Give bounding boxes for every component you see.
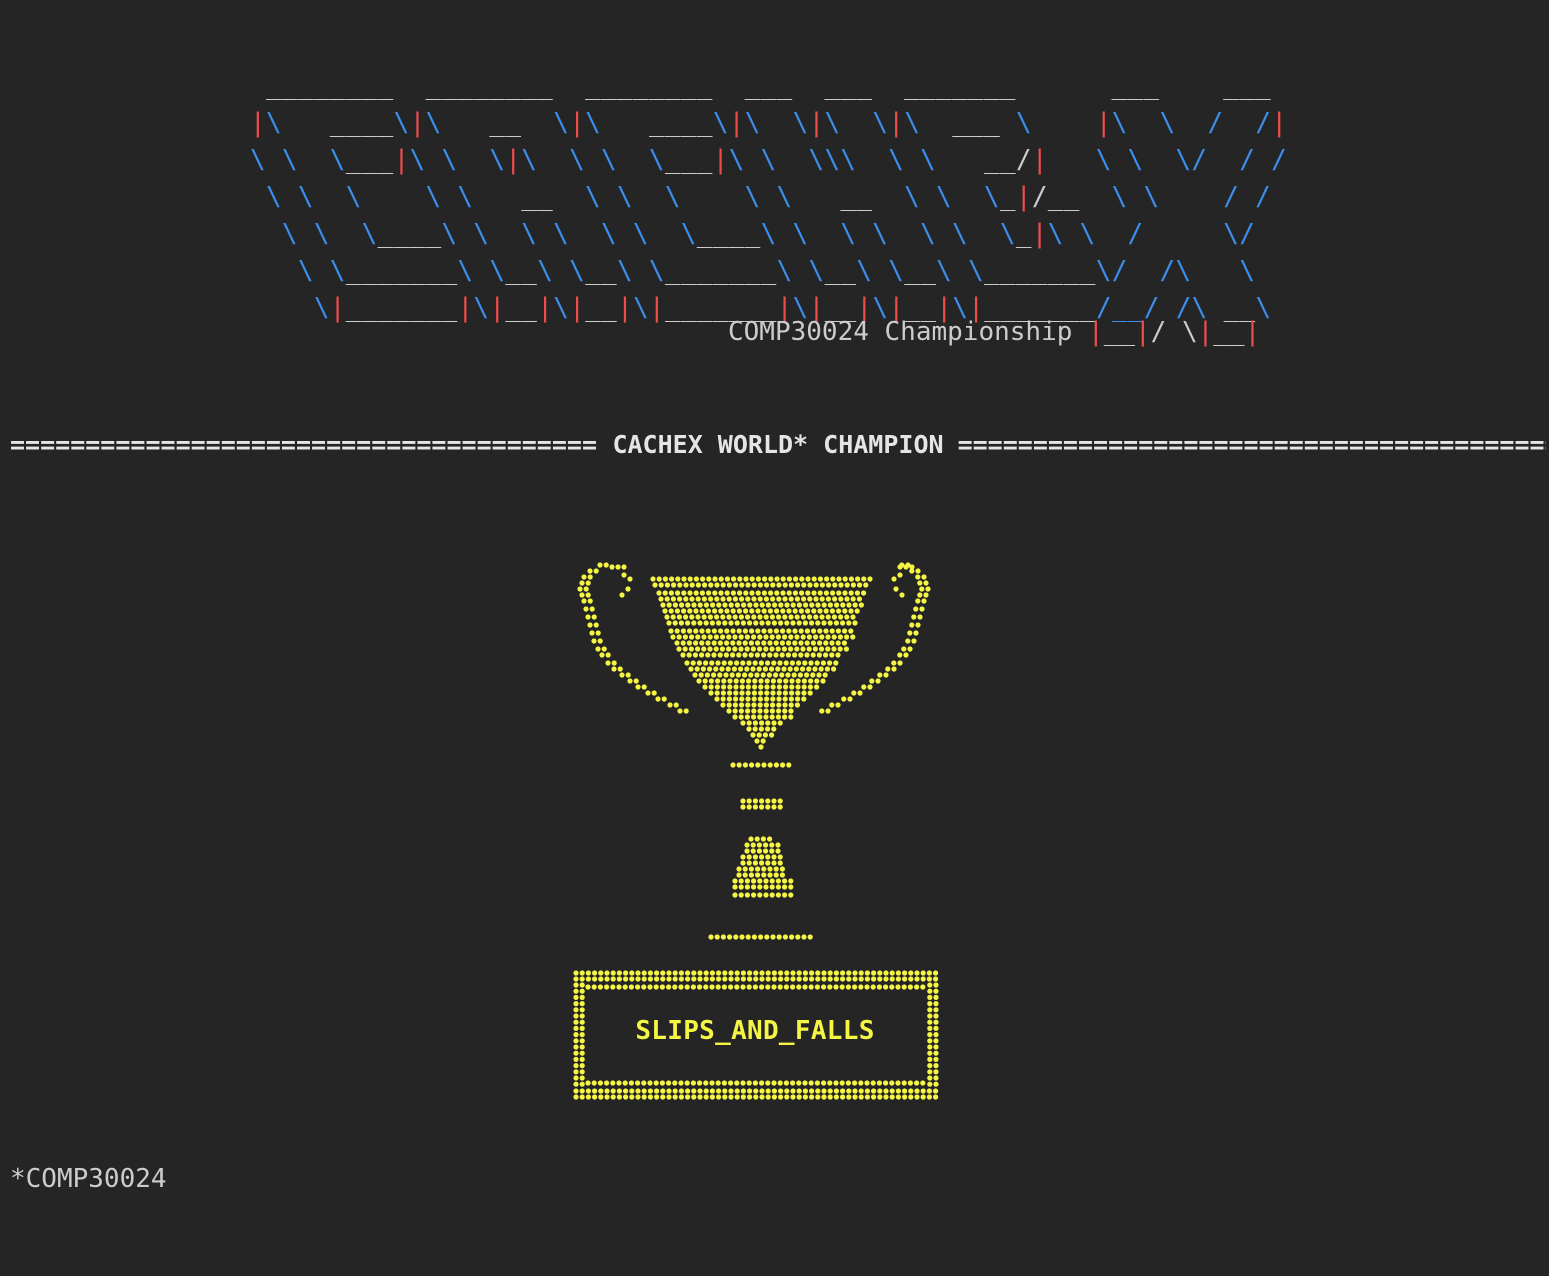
footnote: *COMP30024	[10, 1164, 167, 1194]
logo-line: |\ ____\|\ __ \|\ ____\|\ \|\ \|\ ___ \ …	[250, 108, 1288, 138]
cachex-ascii-logo: ________ ________ ________ ___ ___ _____…	[250, 68, 1287, 327]
banner-title: CACHEX WORLD* CHAMPION	[612, 429, 944, 459]
logo-line: \ \ \____\ \ \ \ \ \ \____\ \ \ \ \ \ \_…	[250, 219, 1256, 249]
terminal-output: ________ ________ ________ ___ ___ _____…	[0, 0, 1549, 1276]
winner-name: SLIPS_AND_FALLS	[635, 1016, 875, 1046]
logo-line: \ \ \ \ \ __ \ \ \ \ \ __ \ \ \_|/__ \ \…	[250, 182, 1272, 212]
champion-banner: ========================================…	[10, 426, 1546, 462]
logo-line: \ \_______\ \__\ \__\ \_______\ \__\ \__…	[250, 256, 1256, 286]
banner-rule-right: ========================================…	[957, 429, 1546, 459]
logo-subtitle: COMP30024 Championship |__|/ \|__|	[728, 314, 1260, 351]
logo-line: \ \ \___|\ \ \|\ \ \ \___|\ \ \\\ \ \ __…	[250, 145, 1288, 175]
subtitle-text: COMP30024 Championship	[728, 317, 1089, 347]
logo-line: ________ ________ ________ ___ ___ _____…	[250, 71, 1272, 101]
subtitle-logo-tail: |__|/ \|__|	[1088, 317, 1261, 347]
banner-rule-left: ========================================…	[10, 429, 598, 459]
